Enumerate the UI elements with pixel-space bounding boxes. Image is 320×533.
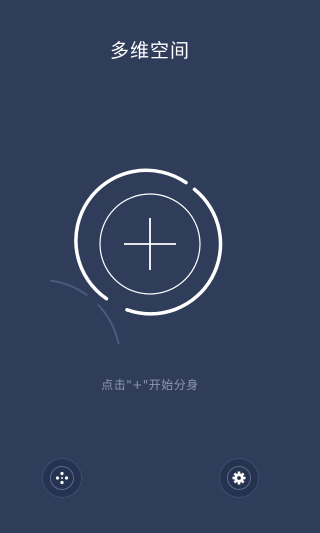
gear-icon xyxy=(232,471,246,485)
add-clone-button[interactable] xyxy=(98,192,202,296)
outer-ring-arc xyxy=(50,279,120,344)
home-screen: 多维空间 点击"+"开始分身 xyxy=(0,0,300,533)
settings-button[interactable] xyxy=(219,458,259,498)
start-hint-text: 点击"+"开始分身 xyxy=(101,378,199,392)
app-title: 多维空间 xyxy=(109,40,190,62)
apps-button[interactable] xyxy=(42,458,82,498)
apps-cluster-icon xyxy=(55,471,69,485)
